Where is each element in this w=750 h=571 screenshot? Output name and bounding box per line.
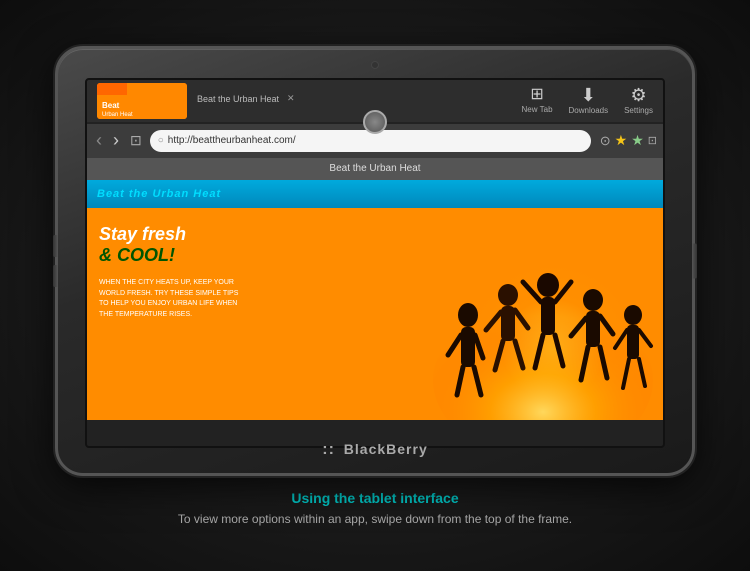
browser-menu-bar: Beat Urban Heat Beat the Urban Heat ✕ ⊞ … [87, 80, 663, 122]
bookmark-add-icon[interactable]: ★ [631, 132, 644, 149]
new-tab-icon: ⊞ [530, 87, 543, 103]
svg-text:Urban Heat: Urban Heat [102, 112, 133, 118]
caption-section: Using the tablet interface To view more … [178, 490, 572, 526]
site-left-content: Stay fresh & COOL! WHEN THE CITY HEATS U… [87, 208, 423, 420]
site-body-text: WHEN THE CITY HEATS UP, KEEP YOUR WORLD … [99, 278, 239, 320]
tab-thumbnail-image: Beat Urban Heat [97, 83, 187, 119]
browser-action-icons: ⊙ ★ ★ ⊡ [600, 132, 657, 149]
window-button[interactable]: ⊡ [127, 130, 145, 151]
menu-icons-group: ⊞ New Tab ⬇ Downloads ⚙ Settings [522, 86, 653, 115]
browser-page-title: Beat the Urban Heat [329, 163, 420, 174]
share-icon[interactable]: ⊡ [648, 134, 657, 147]
new-tab-label: New Tab [522, 105, 553, 114]
site-header-bar: Beat the Urban Heat [87, 180, 663, 208]
settings-icon: ⚙ [630, 86, 646, 104]
settings-button[interactable]: ⚙ Settings [624, 86, 653, 115]
site-logo-text: Beat the Urban Heat [97, 188, 221, 200]
site-body: Stay fresh & COOL! WHEN THE CITY HEATS U… [87, 208, 663, 420]
browser-title-bar: Beat the Urban Heat [87, 158, 663, 180]
site-tagline-2: & COOL! [99, 245, 411, 266]
site-tagline-1: Stay fresh [99, 224, 411, 246]
new-tab-button[interactable]: ⊞ New Tab [522, 87, 553, 114]
address-icon: ○ [158, 135, 164, 146]
downloads-button[interactable]: ⬇ Downloads [569, 86, 609, 115]
bookmark-star-icon[interactable]: ★ [615, 132, 628, 149]
blackberry-logo-icon: :: [322, 441, 335, 459]
settings-label: Settings [624, 106, 653, 115]
history-icon[interactable]: ⊙ [600, 133, 611, 149]
volume-down-button[interactable] [53, 265, 58, 287]
tab-close-button[interactable]: ✕ [287, 93, 295, 104]
tablet-device: Beat Urban Heat Beat the Urban Heat ✕ ⊞ … [55, 46, 695, 476]
people-silhouette [423, 240, 663, 420]
back-button[interactable]: ‹ [93, 128, 105, 153]
caption-title: Using the tablet interface [178, 490, 572, 506]
tablet-side-buttons-left [53, 235, 58, 287]
blackberry-brand: :: BlackBerry [322, 441, 427, 459]
caption-description: To view more options within an app, swip… [178, 512, 572, 526]
svg-text:Beat: Beat [102, 101, 120, 110]
address-url: http://beattheurbanheat.com/ [168, 135, 296, 146]
downloads-label: Downloads [569, 106, 609, 115]
swipe-indicator [363, 110, 387, 134]
website-content: Beat the Urban Heat Stay fresh & COOL! W… [87, 180, 663, 420]
tablet-screen: Beat Urban Heat Beat the Urban Heat ✕ ⊞ … [85, 78, 665, 448]
tab-label: Beat the Urban Heat [197, 94, 279, 104]
page-wrapper: Beat Urban Heat Beat the Urban Heat ✕ ⊞ … [0, 0, 750, 571]
site-right-image [423, 208, 663, 420]
power-button[interactable] [692, 243, 697, 278]
forward-button[interactable]: › [110, 128, 122, 153]
browser-tab-thumbnail[interactable]: Beat Urban Heat [97, 83, 187, 119]
volume-up-button[interactable] [53, 235, 58, 257]
downloads-icon: ⬇ [581, 86, 596, 104]
tablet-side-buttons-right [692, 243, 697, 278]
blackberry-brand-text: BlackBerry [344, 441, 428, 457]
